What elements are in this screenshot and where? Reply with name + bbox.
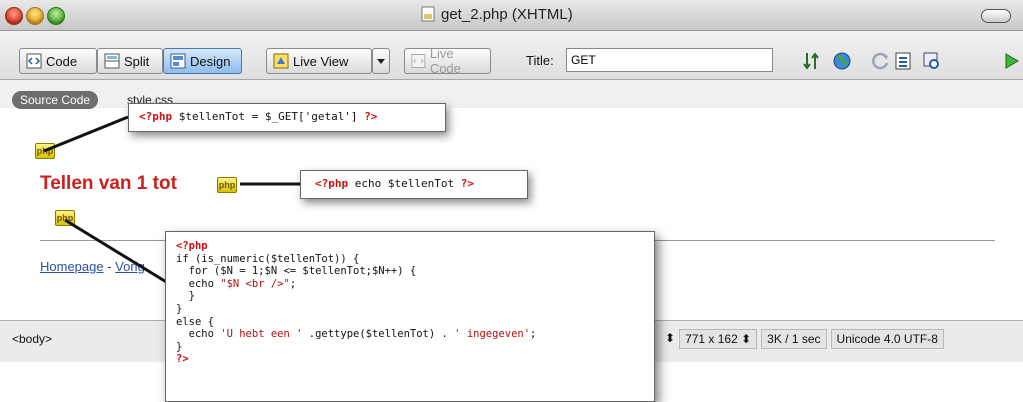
homepage-link[interactable]: Homepage: [40, 259, 104, 274]
visual-aids-icon[interactable]: [921, 50, 943, 72]
minimize-window-button[interactable]: [26, 7, 44, 25]
php-close-tag: ?>: [364, 110, 378, 123]
live-code-label: Live Code: [429, 46, 461, 76]
design-view-label: Design: [190, 53, 231, 69]
live-view-menu-button[interactable]: [372, 48, 390, 74]
code-line: ;: [530, 328, 537, 341]
encoding-indicator: Unicode 4.0 UTF-8: [830, 329, 944, 349]
heading-text: Tellen van 1 tot: [40, 173, 177, 194]
live-view-button[interactable]: Live View: [266, 48, 372, 74]
footer-separator: -: [103, 259, 116, 274]
window-size-value: 771 x 162: [685, 332, 738, 346]
title-label: Title:: [526, 53, 554, 68]
window-title: get_2.php (XHTML): [420, 6, 573, 23]
code-line: .gettype($tellenTot) .: [302, 328, 455, 341]
status-info: ⬍ 771 x 162 ⬍ 3K / 1 sec Unicode 4.0 UTF…: [665, 329, 944, 349]
tag-selector[interactable]: <body>: [12, 332, 52, 346]
code-view-label: Code: [46, 53, 78, 69]
code-line: ;: [289, 277, 297, 290]
callout-code: $tellenTot = $_GET['getal']: [172, 110, 365, 123]
code-line: echo: [176, 328, 221, 341]
callout-code: echo $tellenTot: [348, 177, 461, 190]
view-options-icon[interactable]: [893, 50, 915, 72]
window-size-menu[interactable]: ⬍: [665, 329, 675, 349]
file-management-icon[interactable]: [801, 50, 823, 72]
source-code-tab[interactable]: Source Code: [12, 91, 99, 109]
footer-navigation: Homepage - Vorig: [40, 259, 145, 274]
validate-markup-icon[interactable]: [1002, 50, 1023, 72]
document-title-input[interactable]: [566, 48, 773, 72]
code-line: }: [176, 302, 183, 315]
download-size: 3K / 1 sec: [761, 329, 827, 349]
code-line: else {: [176, 315, 214, 328]
live-view-label: Live View: [293, 53, 349, 69]
code-string: 'U hebt een ': [220, 328, 303, 341]
split-view-label: Split: [124, 53, 150, 69]
toolbar-toggle-button[interactable]: [981, 9, 1011, 23]
top-code-callout: <?php $tellenTot = $_GET['getal'] ?>: [128, 103, 446, 132]
previous-link[interactable]: Vorig: [115, 259, 145, 274]
split-icon: [104, 53, 120, 69]
bottom-code-callout: <?php if (is_numeric($tellenTot)) { for …: [165, 231, 655, 402]
live-code-button[interactable]: Live Code: [404, 46, 491, 76]
window-title-text: get_2.php (XHTML): [441, 6, 573, 23]
chevron-down-icon: [377, 59, 385, 64]
close-window-button[interactable]: [5, 7, 23, 25]
window-size-selector[interactable]: 771 x 162 ⬍: [679, 329, 758, 349]
php-close-tag: ?>: [176, 353, 189, 366]
title-bar: get_2.php (XHTML): [0, 0, 1023, 31]
php-marker-icon[interactable]: php: [55, 210, 75, 226]
preview-in-browser-icon[interactable]: [832, 50, 854, 72]
code-line: }: [176, 290, 195, 303]
live-code-icon: [411, 54, 426, 68]
php-document-icon: [421, 6, 435, 22]
code-string: ' ingegeven': [454, 328, 531, 341]
split-view-button[interactable]: Split: [97, 48, 163, 74]
php-marker-icon[interactable]: php: [217, 177, 237, 193]
code-line: if (is_numeric($tellenTot)) {: [176, 252, 360, 265]
php-open-tag: <?php: [315, 177, 349, 190]
php-close-tag: ?>: [460, 177, 474, 190]
code-line: for ($N = 1;$N <= $tellenTot;$N++) {: [176, 265, 417, 278]
php-open-tag: <?php: [139, 110, 173, 123]
zoom-window-button[interactable]: [47, 7, 65, 25]
middle-code-callout: <?php echo $tellenTot ?>: [300, 170, 528, 199]
design-view-button[interactable]: Design: [163, 48, 242, 74]
php-open-tag: <?php: [176, 240, 208, 252]
code-string: "$N <br />": [220, 277, 290, 290]
code-line: echo: [176, 277, 221, 290]
design-icon: [170, 53, 186, 69]
live-view-icon: [273, 53, 289, 69]
page-heading: Tellen van 1 tot: [40, 173, 177, 195]
code-view-button[interactable]: Code: [19, 48, 97, 74]
code-line: }: [176, 340, 183, 353]
refresh-icon[interactable]: [870, 50, 892, 72]
code-icon: [26, 53, 42, 69]
php-marker-icon[interactable]: php: [35, 143, 55, 159]
